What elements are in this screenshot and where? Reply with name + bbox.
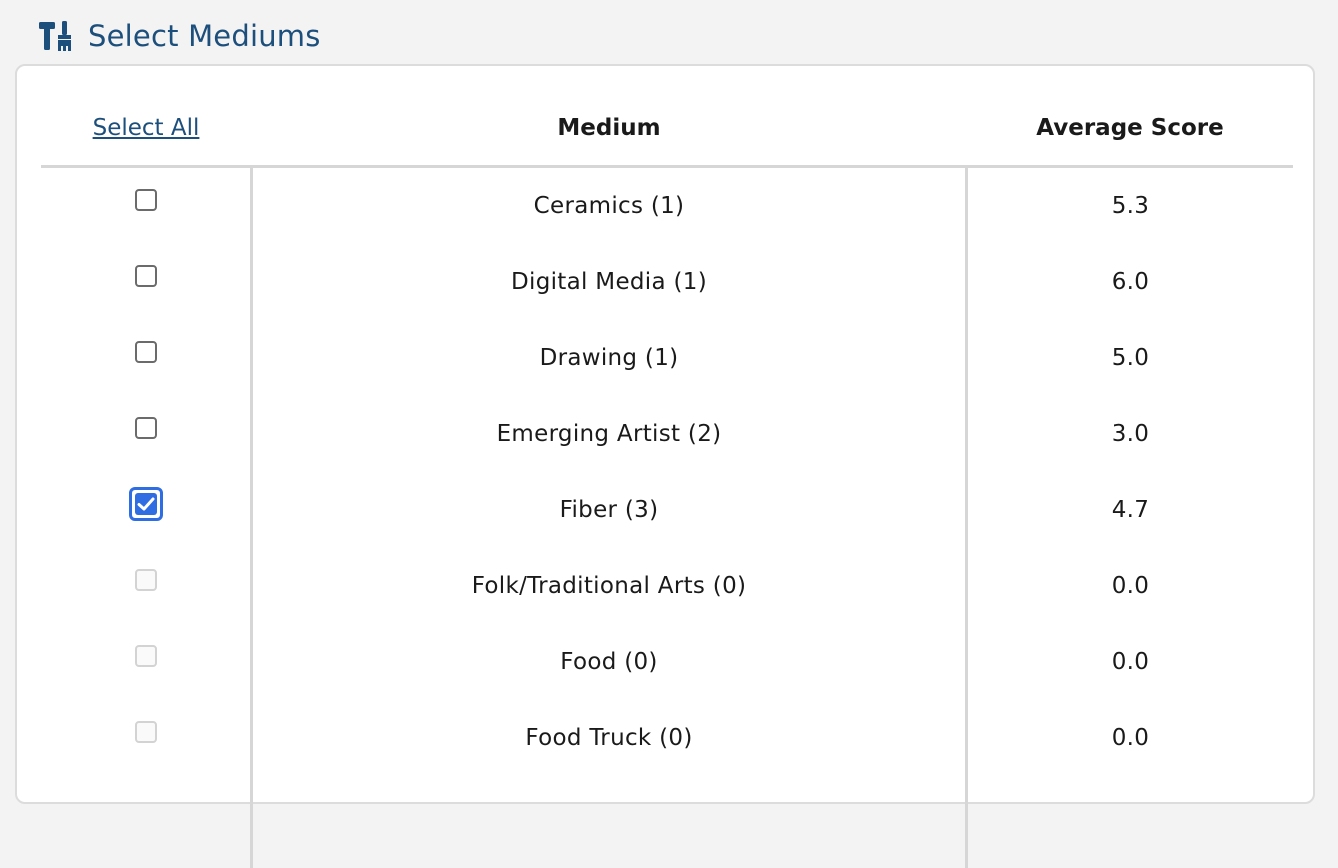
medium-cell: Food Truck (0) bbox=[253, 700, 965, 776]
tools-icon bbox=[38, 18, 78, 54]
row-checkbox-checked[interactable] bbox=[129, 487, 163, 521]
row-select-cell bbox=[41, 624, 251, 700]
medium-name: Digital Media (1) bbox=[511, 269, 707, 295]
medium-name: Ceramics (1) bbox=[533, 193, 685, 219]
table-row: Ceramics (1) 5.3 bbox=[41, 168, 1293, 244]
table-row: Drawing (1) 5.0 bbox=[41, 320, 1293, 396]
medium-cell: Ceramics (1) bbox=[253, 168, 965, 244]
row-checkbox bbox=[135, 721, 157, 743]
row-checkbox[interactable] bbox=[135, 341, 157, 363]
table-row: Food (0) 0.0 bbox=[41, 624, 1293, 700]
mediums-card: Select All Medium Average Score Ceramics… bbox=[15, 64, 1315, 868]
average-score: 5.0 bbox=[1111, 345, 1150, 371]
table-header: Select All Medium Average Score bbox=[41, 66, 1293, 168]
medium-cell: Fiber (3) bbox=[253, 472, 965, 548]
medium-cell: Folk/Traditional Arts (0) bbox=[253, 548, 965, 624]
table-row: Folk/Traditional Arts (0) 0.0 bbox=[41, 548, 1293, 624]
average-score: 5.3 bbox=[1111, 193, 1150, 219]
row-checkbox[interactable] bbox=[135, 265, 157, 287]
average-score: 4.7 bbox=[1111, 497, 1150, 523]
header-medium: Medium bbox=[557, 114, 661, 141]
medium-cell: Emerging Artist (2) bbox=[253, 396, 965, 472]
table-row: Fiber (3) 4.7 bbox=[41, 472, 1293, 548]
score-cell: 4.7 bbox=[968, 472, 1293, 548]
average-score: 6.0 bbox=[1111, 269, 1150, 295]
row-select-cell bbox=[41, 168, 251, 244]
row-select-cell bbox=[41, 548, 251, 624]
medium-cell: Food (0) bbox=[253, 624, 965, 700]
checkmark-icon bbox=[135, 493, 157, 515]
medium-cell: Digital Media (1) bbox=[253, 244, 965, 320]
row-select-cell bbox=[41, 244, 251, 320]
header-select-cell: Select All bbox=[41, 66, 251, 165]
row-checkbox bbox=[135, 569, 157, 591]
table-row: Digital Media (1) 6.0 bbox=[41, 244, 1293, 320]
medium-name: Food Truck (0) bbox=[525, 725, 693, 751]
mediums-table: Select All Medium Average Score Ceramics… bbox=[41, 66, 1293, 868]
score-cell: 6.0 bbox=[968, 244, 1293, 320]
table-row: Food Truck (0) 0.0 bbox=[41, 700, 1293, 776]
select-all-link[interactable]: Select All bbox=[93, 115, 200, 141]
score-cell: 5.3 bbox=[968, 168, 1293, 244]
average-score: 0.0 bbox=[1111, 573, 1150, 599]
page-title: Select Mediums bbox=[88, 19, 321, 53]
row-checkbox[interactable] bbox=[135, 189, 157, 211]
row-select-cell bbox=[41, 320, 251, 396]
row-select-cell bbox=[41, 396, 251, 472]
header-average-score: Average Score bbox=[1036, 114, 1224, 141]
row-checkbox[interactable] bbox=[135, 417, 157, 439]
row-select-cell bbox=[41, 472, 251, 548]
score-cell: 5.0 bbox=[968, 320, 1293, 396]
score-cell: 0.0 bbox=[968, 624, 1293, 700]
row-checkbox bbox=[135, 645, 157, 667]
table-body: Ceramics (1) 5.3 Digital Media (1) 6.0 Drawi… bbox=[41, 168, 1293, 868]
average-score: 0.0 bbox=[1111, 725, 1150, 751]
medium-name: Folk/Traditional Arts (0) bbox=[471, 573, 747, 599]
average-score: 3.0 bbox=[1111, 421, 1150, 447]
medium-name: Fiber (3) bbox=[559, 497, 659, 523]
page-header: Select Mediums bbox=[38, 16, 321, 56]
score-cell: 0.0 bbox=[968, 548, 1293, 624]
average-score: 0.0 bbox=[1111, 649, 1150, 675]
score-cell: 0.0 bbox=[968, 700, 1293, 776]
medium-name: Food (0) bbox=[560, 649, 658, 675]
score-cell: 3.0 bbox=[968, 396, 1293, 472]
row-select-cell bbox=[41, 700, 251, 776]
medium-name: Drawing (1) bbox=[539, 345, 679, 371]
medium-name: Emerging Artist (2) bbox=[496, 421, 722, 447]
table-row: Emerging Artist (2) 3.0 bbox=[41, 396, 1293, 472]
medium-cell: Drawing (1) bbox=[253, 320, 965, 396]
